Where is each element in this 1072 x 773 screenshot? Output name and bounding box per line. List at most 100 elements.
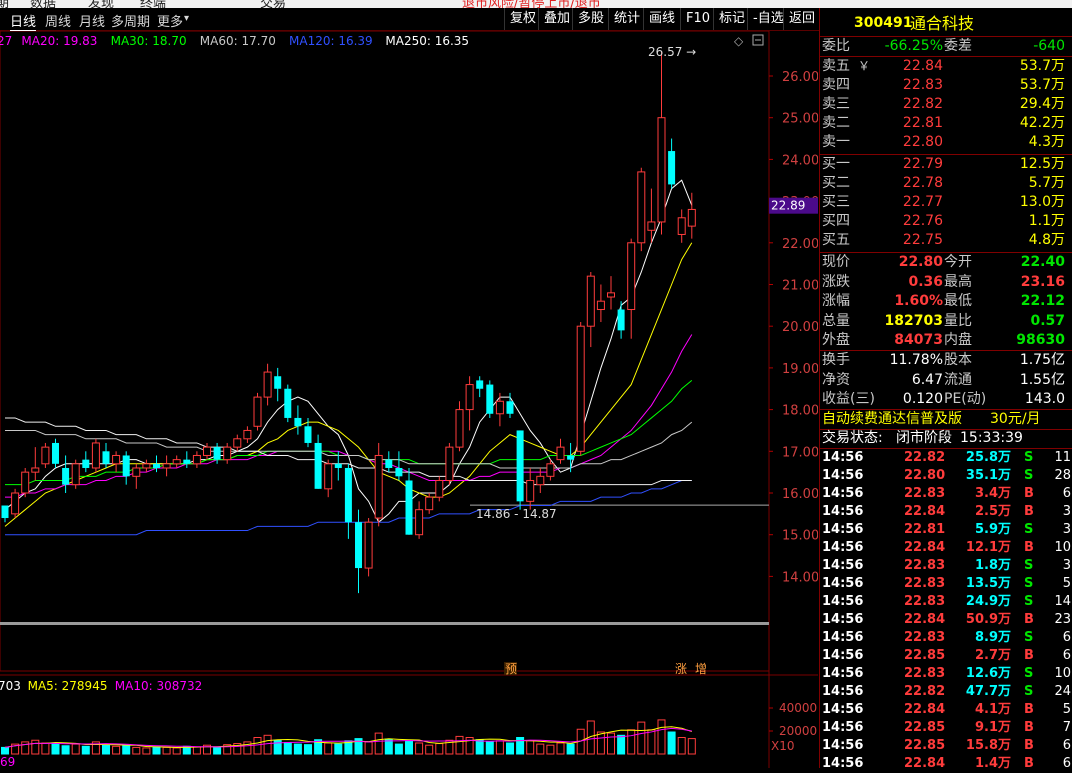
scroll-bar[interactable] xyxy=(0,622,769,625)
promo-bar[interactable]: 自动续费通达信普及版 30元/月 xyxy=(820,410,1072,429)
period-daily[interactable]: 日线 xyxy=(10,11,37,31)
menu-item[interactable]: 期 xyxy=(0,0,9,8)
candle-body[interactable] xyxy=(203,446,211,456)
candle-body[interactable] xyxy=(385,459,393,468)
button-multi-stock[interactable]: 多股 xyxy=(572,8,609,30)
button-draw[interactable]: 画线 xyxy=(643,8,680,30)
tick-row[interactable]: 14:56 22.81 5.9万 S 3 xyxy=(820,521,1072,539)
promo-price[interactable]: 30元/月 xyxy=(990,410,1041,429)
candle-body[interactable] xyxy=(253,396,262,427)
tick-row[interactable]: 14:56 22.84 50.9万 B 23 xyxy=(820,611,1072,629)
candle-body[interactable] xyxy=(567,455,575,460)
candle-body[interactable] xyxy=(233,438,242,448)
bid-row[interactable]: 买一 22.79 12.5万 xyxy=(820,155,1072,174)
candle-body[interactable] xyxy=(546,463,555,477)
tick-row[interactable]: 14:56 22.84 4.1万 B 5 xyxy=(820,701,1072,719)
candle-body[interactable] xyxy=(495,400,504,415)
promo-text[interactable]: 自动续费通达信普及版 xyxy=(822,410,962,429)
promo-text[interactable]: 退市风险/暂停上市/退市 xyxy=(462,0,601,8)
candle-body[interactable] xyxy=(274,376,282,389)
candle-body[interactable] xyxy=(627,242,636,311)
candle-body[interactable] xyxy=(405,480,413,535)
tick-row[interactable]: 14:56 22.84 12.1万 B 10 xyxy=(820,539,1072,557)
tick-row[interactable]: 14:56 22.82 47.7万 S 24 xyxy=(820,683,1072,701)
candle-body[interactable] xyxy=(607,292,615,298)
candle-body[interactable] xyxy=(263,371,272,398)
period-multi[interactable]: 多周期 xyxy=(111,11,150,30)
candle-body[interactable] xyxy=(506,401,514,414)
period-weekly[interactable]: 周线 xyxy=(45,11,71,30)
candle-body[interactable] xyxy=(677,217,686,235)
candle-body[interactable] xyxy=(617,309,625,331)
candle-body[interactable] xyxy=(637,171,646,244)
candle-body[interactable] xyxy=(415,509,424,536)
candle-body[interactable] xyxy=(21,471,30,494)
candle-body[interactable] xyxy=(122,455,130,477)
candle-body[interactable] xyxy=(445,446,454,481)
more-chevron-icon[interactable]: ▾ xyxy=(184,13,189,24)
kline-chart-area[interactable]: 27 MA20: 19.83 MA30: 18.70 MA60: 17.70 MA120… xyxy=(0,31,818,768)
candle-body[interactable] xyxy=(465,384,474,411)
period-monthly[interactable]: 月线 xyxy=(79,11,105,30)
tick-row[interactable]: 14:56 22.83 13.5万 S 5 xyxy=(820,575,1072,593)
candle-body[interactable] xyxy=(284,388,292,418)
candle-body[interactable] xyxy=(31,467,40,473)
candle-body[interactable] xyxy=(395,467,403,477)
tick-row[interactable]: 14:56 22.83 1.8万 S 3 xyxy=(820,557,1072,575)
candle-body[interactable] xyxy=(294,417,302,427)
candle-body[interactable] xyxy=(1,505,9,519)
tick-row[interactable]: 14:56 22.85 9.1万 B 7 xyxy=(820,719,1072,737)
button-back[interactable]: 返回 xyxy=(783,8,820,30)
candle-body[interactable] xyxy=(213,447,221,460)
bid-row[interactable]: 买三 22.77 13.0万 xyxy=(820,193,1072,212)
candle-body[interactable] xyxy=(153,463,160,468)
diamond-icon[interactable]: ◇ xyxy=(734,34,744,48)
button-overlay[interactable]: 叠加 xyxy=(538,8,575,30)
candle-body[interactable] xyxy=(486,384,494,414)
button-fuquan[interactable]: 复权 xyxy=(504,8,541,30)
candle-body[interactable] xyxy=(435,479,444,498)
tick-row[interactable]: 14:56 22.84 1.4万 B 6 xyxy=(820,755,1072,773)
bid-row[interactable]: 买五 22.75 4.8万 xyxy=(820,231,1072,250)
candle-body[interactable] xyxy=(172,459,181,465)
candle-body[interactable] xyxy=(223,446,232,461)
kline-chart[interactable]: 27 MA20: 19.83 MA30: 18.70 MA60: 17.70 MA120… xyxy=(0,31,818,768)
ask-row[interactable]: 卖四 22.83 53.7万 xyxy=(820,76,1072,95)
candle-body[interactable] xyxy=(314,442,322,489)
menu-item[interactable]: 发现 xyxy=(88,0,114,8)
tick-row[interactable]: 14:56 22.83 8.9万 S 6 xyxy=(820,629,1072,647)
button-f10[interactable]: F10 xyxy=(680,8,715,30)
candle-body[interactable] xyxy=(162,463,171,469)
candle-body[interactable] xyxy=(647,221,656,231)
bid-row[interactable]: 买二 22.78 5.7万 xyxy=(820,174,1072,193)
candle-body[interactable] xyxy=(556,446,565,461)
candle-body[interactable] xyxy=(425,496,434,511)
candle-body[interactable] xyxy=(82,459,90,468)
candle-body[interactable] xyxy=(11,492,20,515)
tick-row[interactable]: 14:56 22.83 24.9万 S 14 xyxy=(820,593,1072,611)
candle-body[interactable] xyxy=(62,467,70,485)
candle-body[interactable] xyxy=(364,521,373,569)
tick-row[interactable]: 14:56 22.85 15.8万 B 6 xyxy=(820,737,1072,755)
candle-body[interactable] xyxy=(334,463,342,468)
candle-body[interactable] xyxy=(687,208,696,227)
candle-body[interactable] xyxy=(132,467,141,477)
tick-row[interactable]: 14:56 22.83 12.6万 S 10 xyxy=(820,665,1072,683)
candle-body[interactable] xyxy=(355,522,362,569)
candle-body[interactable] xyxy=(324,463,333,490)
candle-body[interactable] xyxy=(41,446,50,465)
candle-body[interactable] xyxy=(112,454,121,465)
candle-body[interactable] xyxy=(455,409,464,448)
candle-body[interactable] xyxy=(52,442,59,464)
candle-body[interactable] xyxy=(91,442,100,469)
candle-body[interactable] xyxy=(71,463,80,486)
candle-body[interactable] xyxy=(576,325,585,452)
candle-body[interactable] xyxy=(344,467,352,523)
candle-body[interactable] xyxy=(586,275,595,327)
tick-row[interactable]: 14:56 22.84 2.5万 B 3 xyxy=(820,503,1072,521)
ask-row[interactable]: 卖一 22.80 4.3万 xyxy=(820,133,1072,152)
period-more[interactable]: 更多 xyxy=(157,11,183,30)
menu-item[interactable]: 数据 xyxy=(30,0,56,8)
candle-body[interactable] xyxy=(304,426,312,443)
ask-row[interactable]: 卖二 22.81 42.2万 xyxy=(820,114,1072,133)
